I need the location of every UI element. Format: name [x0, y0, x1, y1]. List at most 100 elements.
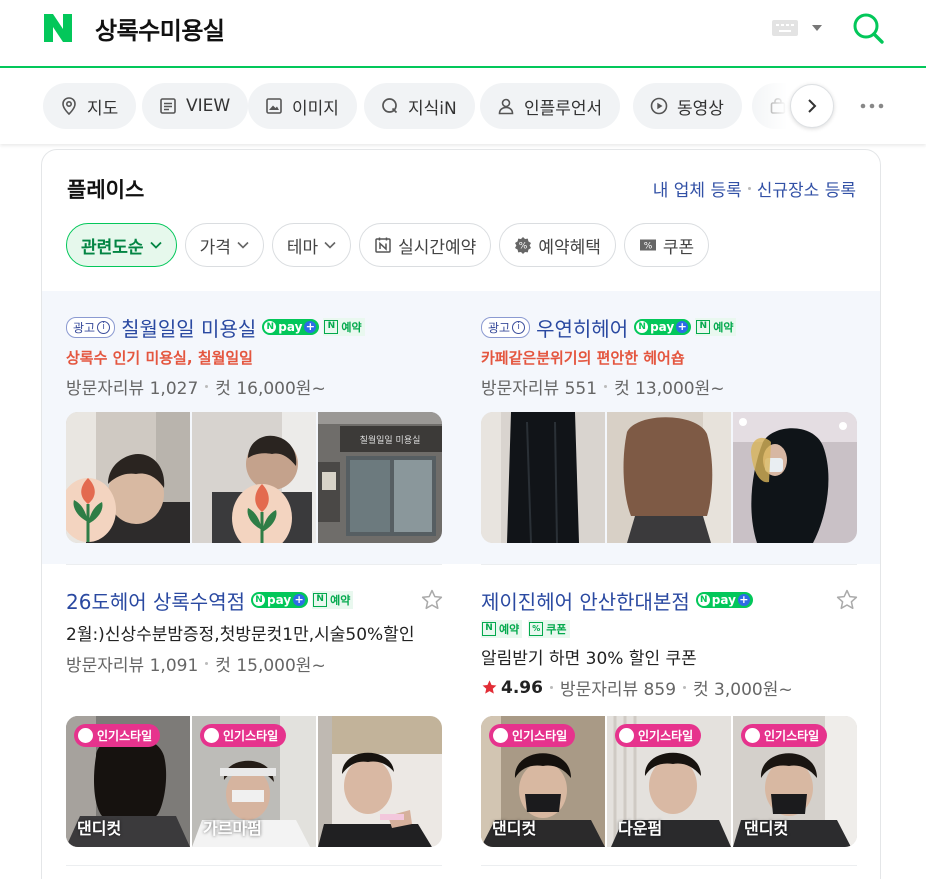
- coupon-label: 쿠폰: [546, 623, 567, 636]
- npay-n-icon: N: [264, 321, 277, 333]
- badge-icon: [493, 728, 508, 743]
- coupon-icon: %: [639, 239, 656, 252]
- item-header: 광고 i 우연히헤어 Npay + N 예약: [481, 313, 859, 341]
- meta-separator: [205, 662, 209, 665]
- place-photo[interactable]: [192, 412, 316, 543]
- tab-influencer[interactable]: 인플루언서: [480, 83, 621, 129]
- filter-relevance[interactable]: 관련도순: [66, 223, 177, 267]
- style-photo[interactable]: 인기스타일 가르마펌: [192, 716, 316, 847]
- place-item: 26도헤어 상록수역점 Npay + N 예약 2월:)신상수분밤증정,첫방문컷1만…: [66, 586, 444, 676]
- star-save-icon[interactable]: [420, 588, 444, 612]
- photo-strip[interactable]: [481, 412, 857, 543]
- place-photo[interactable]: 칠월일일 미용실: [318, 412, 442, 543]
- popular-style-badge: 인기스타일: [200, 724, 287, 747]
- benefit-badges: N 예약 % 쿠폰: [481, 620, 859, 638]
- place-name-link[interactable]: 칠월일일 미용실: [121, 313, 256, 342]
- booking-badge: N 예약: [323, 318, 365, 336]
- chip-label: 관련도순: [81, 237, 144, 258]
- keyboard-dropdown-icon[interactable]: [812, 25, 822, 31]
- coupon-percent-icon: %: [529, 622, 544, 636]
- search-tab-strip: 지도 VIEW 이미지 지식iN 인플루언서 동영상: [0, 70, 926, 144]
- ad-promo-text: 카페같은분위기의 편안한 헤어숍: [481, 349, 685, 367]
- style-caption: 댄디컷: [77, 819, 122, 838]
- place-photo[interactable]: [607, 412, 731, 543]
- search-icon[interactable]: [851, 11, 885, 45]
- place-photo[interactable]: [733, 412, 857, 543]
- chip-label: 가격: [199, 237, 231, 258]
- npay-n-icon: N: [697, 594, 710, 606]
- place-photo[interactable]: [66, 412, 190, 543]
- search-query[interactable]: 상록수미용실: [95, 11, 225, 46]
- tab-kin[interactable]: 지식iN: [364, 83, 475, 129]
- new-place-link[interactable]: 신규장소 등록: [757, 176, 856, 201]
- filter-price[interactable]: 가격: [184, 223, 264, 267]
- booking-label: 예약: [499, 623, 520, 636]
- meta-separator: [683, 686, 687, 689]
- style-photo[interactable]: 인기스타일 다운펌: [607, 716, 731, 847]
- item-header: 광고 i 칠월일일 미용실 Npay + N 예약: [66, 313, 444, 341]
- ad-badge[interactable]: 광고 i: [481, 316, 531, 338]
- style-photo[interactable]: 인기스타일 댄디컷: [66, 716, 190, 847]
- meta-separator: [549, 686, 553, 689]
- npay-label: pay: [278, 320, 303, 334]
- chip-label: 실시간예약: [398, 237, 477, 258]
- price: 컷 16,000원~: [215, 379, 326, 399]
- filter-realtime-booking[interactable]: 실시간예약: [359, 223, 492, 267]
- item-meta: 방문자리뷰 551 컷 13,000원~: [481, 374, 859, 399]
- chevron-down-icon: [237, 241, 249, 249]
- place-name-link[interactable]: 우연히헤어: [536, 313, 628, 342]
- booking-n-icon: N: [324, 320, 339, 334]
- place-description: 알림받기 하면 30% 할인 쿠폰: [481, 649, 697, 669]
- ad-promo-text: 상록수 인기 미용실, 칠월일일: [66, 349, 253, 367]
- booking-n-icon: N: [313, 593, 328, 607]
- document-icon: [160, 98, 176, 114]
- booking-n-icon: N: [696, 320, 711, 334]
- style-photo[interactable]: [318, 716, 442, 847]
- tab-view[interactable]: VIEW: [142, 83, 249, 129]
- tab-label: 지식iN: [408, 98, 457, 119]
- ad-label: 광고: [73, 320, 96, 335]
- booking-badge: N 예약: [481, 620, 523, 638]
- keyboard-icon[interactable]: [772, 20, 798, 36]
- npay-n-icon: N: [253, 594, 266, 606]
- tab-map[interactable]: 지도: [43, 83, 137, 129]
- place-description: 2월:)신상수분밤증정,첫방문컷1만,시술50%할인: [66, 625, 415, 645]
- photo-strip[interactable]: 인기스타일 댄디컷 인기스타일 가르마펌: [66, 716, 442, 847]
- style-caption: 댄디컷: [492, 819, 537, 838]
- svg-text:칠월일일 미용실: 칠월일일 미용실: [360, 434, 421, 446]
- npay-badge: Npay +: [695, 592, 753, 608]
- item-divider: [66, 865, 442, 866]
- tab-next-button[interactable]: [790, 84, 834, 128]
- photo-strip[interactable]: 인기스타일 댄디컷 인기스타일 다운펌 인기스타일 댄디컷: [481, 716, 857, 847]
- popular-style-badge: 인기스타일: [615, 724, 702, 747]
- more-dots-icon[interactable]: [860, 103, 884, 109]
- percent-badge-icon: %: [515, 237, 532, 254]
- booking-label: 예약: [341, 321, 362, 334]
- star-save-icon[interactable]: [835, 588, 859, 612]
- place-item: 광고 i 칠월일일 미용실 Npay + N 예약 상록수 인기 미용실, 칠월일일 …: [66, 313, 444, 399]
- item-header: 제이진헤어 안산한대본점 Npay +: [481, 586, 859, 614]
- ad-badge[interactable]: 광고 i: [66, 316, 116, 338]
- tab-label: 지도: [87, 98, 119, 119]
- style-photo[interactable]: 인기스타일 댄디컷: [733, 716, 857, 847]
- place-photo[interactable]: [481, 412, 605, 543]
- photo-strip[interactable]: 칠월일일 미용실: [66, 412, 442, 543]
- place-name-link[interactable]: 26도헤어 상록수역점: [66, 586, 245, 615]
- register-business-link[interactable]: 내 업체 등록: [653, 176, 742, 201]
- tab-image[interactable]: 이미지: [248, 83, 357, 129]
- filter-booking-benefit[interactable]: % 예약혜택: [499, 223, 616, 267]
- filter-coupon[interactable]: % 쿠폰: [623, 223, 710, 267]
- style-photo[interactable]: 인기스타일 댄디컷: [481, 716, 605, 847]
- visitor-reviews: 방문자리뷰 1,027: [66, 379, 199, 399]
- calendar-n-icon: [375, 237, 391, 253]
- filter-theme[interactable]: 테마: [271, 223, 352, 267]
- place-name-link[interactable]: 제이진헤어 안산한대본점: [481, 586, 690, 615]
- q-icon: [382, 98, 398, 114]
- tab-video[interactable]: 동영상: [633, 83, 742, 129]
- naver-logo-icon[interactable]: [42, 12, 74, 44]
- svg-text:%: %: [519, 242, 528, 252]
- place-item: 제이진헤어 안산한대본점 Npay + N 예약 % 쿠폰 알림받기 하면 30% 할…: [481, 586, 859, 700]
- price: 컷 13,000원~: [614, 379, 725, 399]
- price: 컷 3,000원~: [693, 680, 793, 700]
- meta-separator: [205, 385, 209, 388]
